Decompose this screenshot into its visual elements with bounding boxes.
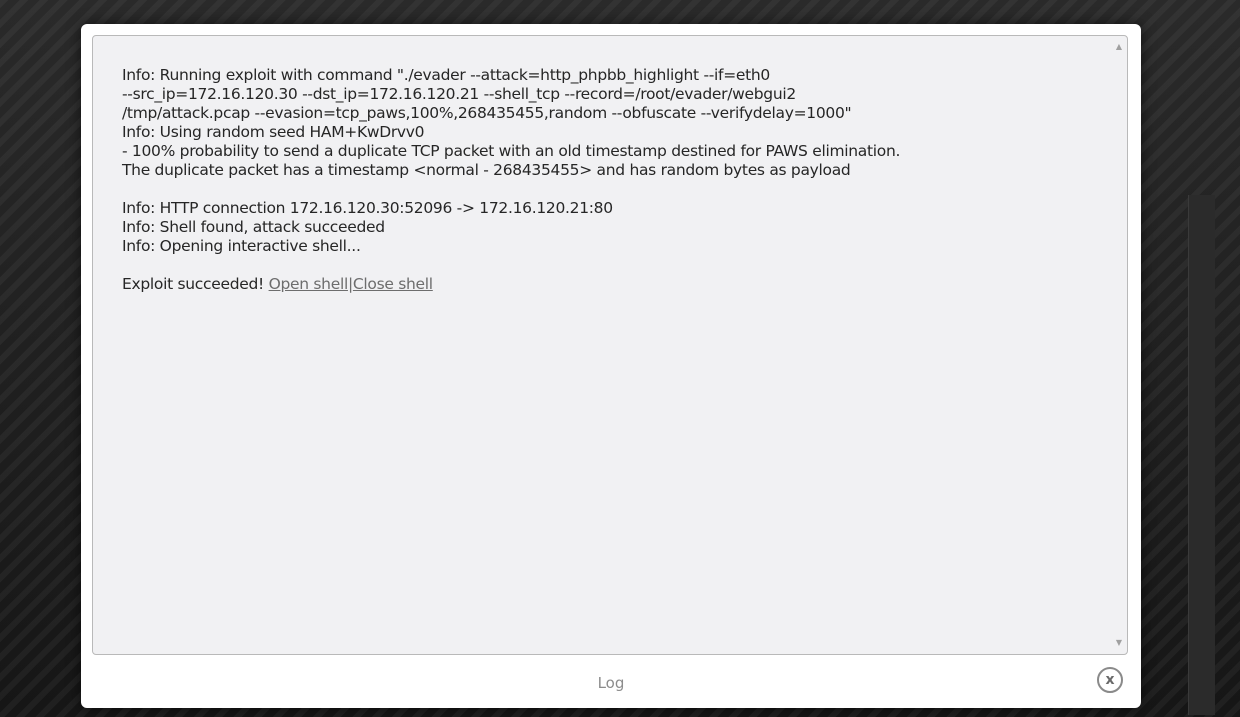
log-scrollbar[interactable]: ▲ ▼ (1111, 36, 1127, 654)
log-line: Info: Opening interactive shell... (122, 237, 361, 255)
log-line: Info: HTTP connection 172.16.120.30:5209… (122, 199, 613, 217)
log-line: Info: Running exploit with command "./ev… (122, 66, 770, 84)
close-shell-link[interactable]: Close shell (353, 275, 433, 293)
log-line: /tmp/attack.pcap --evasion=tcp_paws,100%… (122, 104, 852, 122)
log-line-blank (122, 180, 1102, 199)
log-content: Info: Running exploit with command "./ev… (122, 66, 1102, 294)
log-line-blank (122, 256, 1102, 275)
exploit-result-text: Exploit succeeded! (122, 275, 269, 293)
log-line: - 100% probability to send a duplicate T… (122, 142, 901, 160)
log-output-area[interactable]: Info: Running exploit with command "./ev… (92, 35, 1128, 655)
background-panel (1188, 195, 1215, 715)
log-line: The duplicate packet has a timestamp <no… (122, 161, 851, 179)
log-line: Info: Using random seed HAM+KwDrvv0 (122, 123, 425, 141)
exploit-result-line: Exploit succeeded! Open shell|Close shel… (122, 275, 1102, 294)
open-shell-link[interactable]: Open shell (269, 275, 349, 293)
dialog-title: Log (597, 674, 625, 692)
chevron-up-icon[interactable]: ▲ (1114, 42, 1124, 52)
log-line: --src_ip=172.16.120.30 --dst_ip=172.16.1… (122, 85, 796, 103)
close-icon[interactable]: x (1097, 667, 1123, 693)
log-line: Info: Shell found, attack succeeded (122, 218, 385, 236)
log-dialog: Info: Running exploit with command "./ev… (81, 24, 1141, 708)
chevron-down-icon[interactable]: ▼ (1114, 638, 1124, 648)
